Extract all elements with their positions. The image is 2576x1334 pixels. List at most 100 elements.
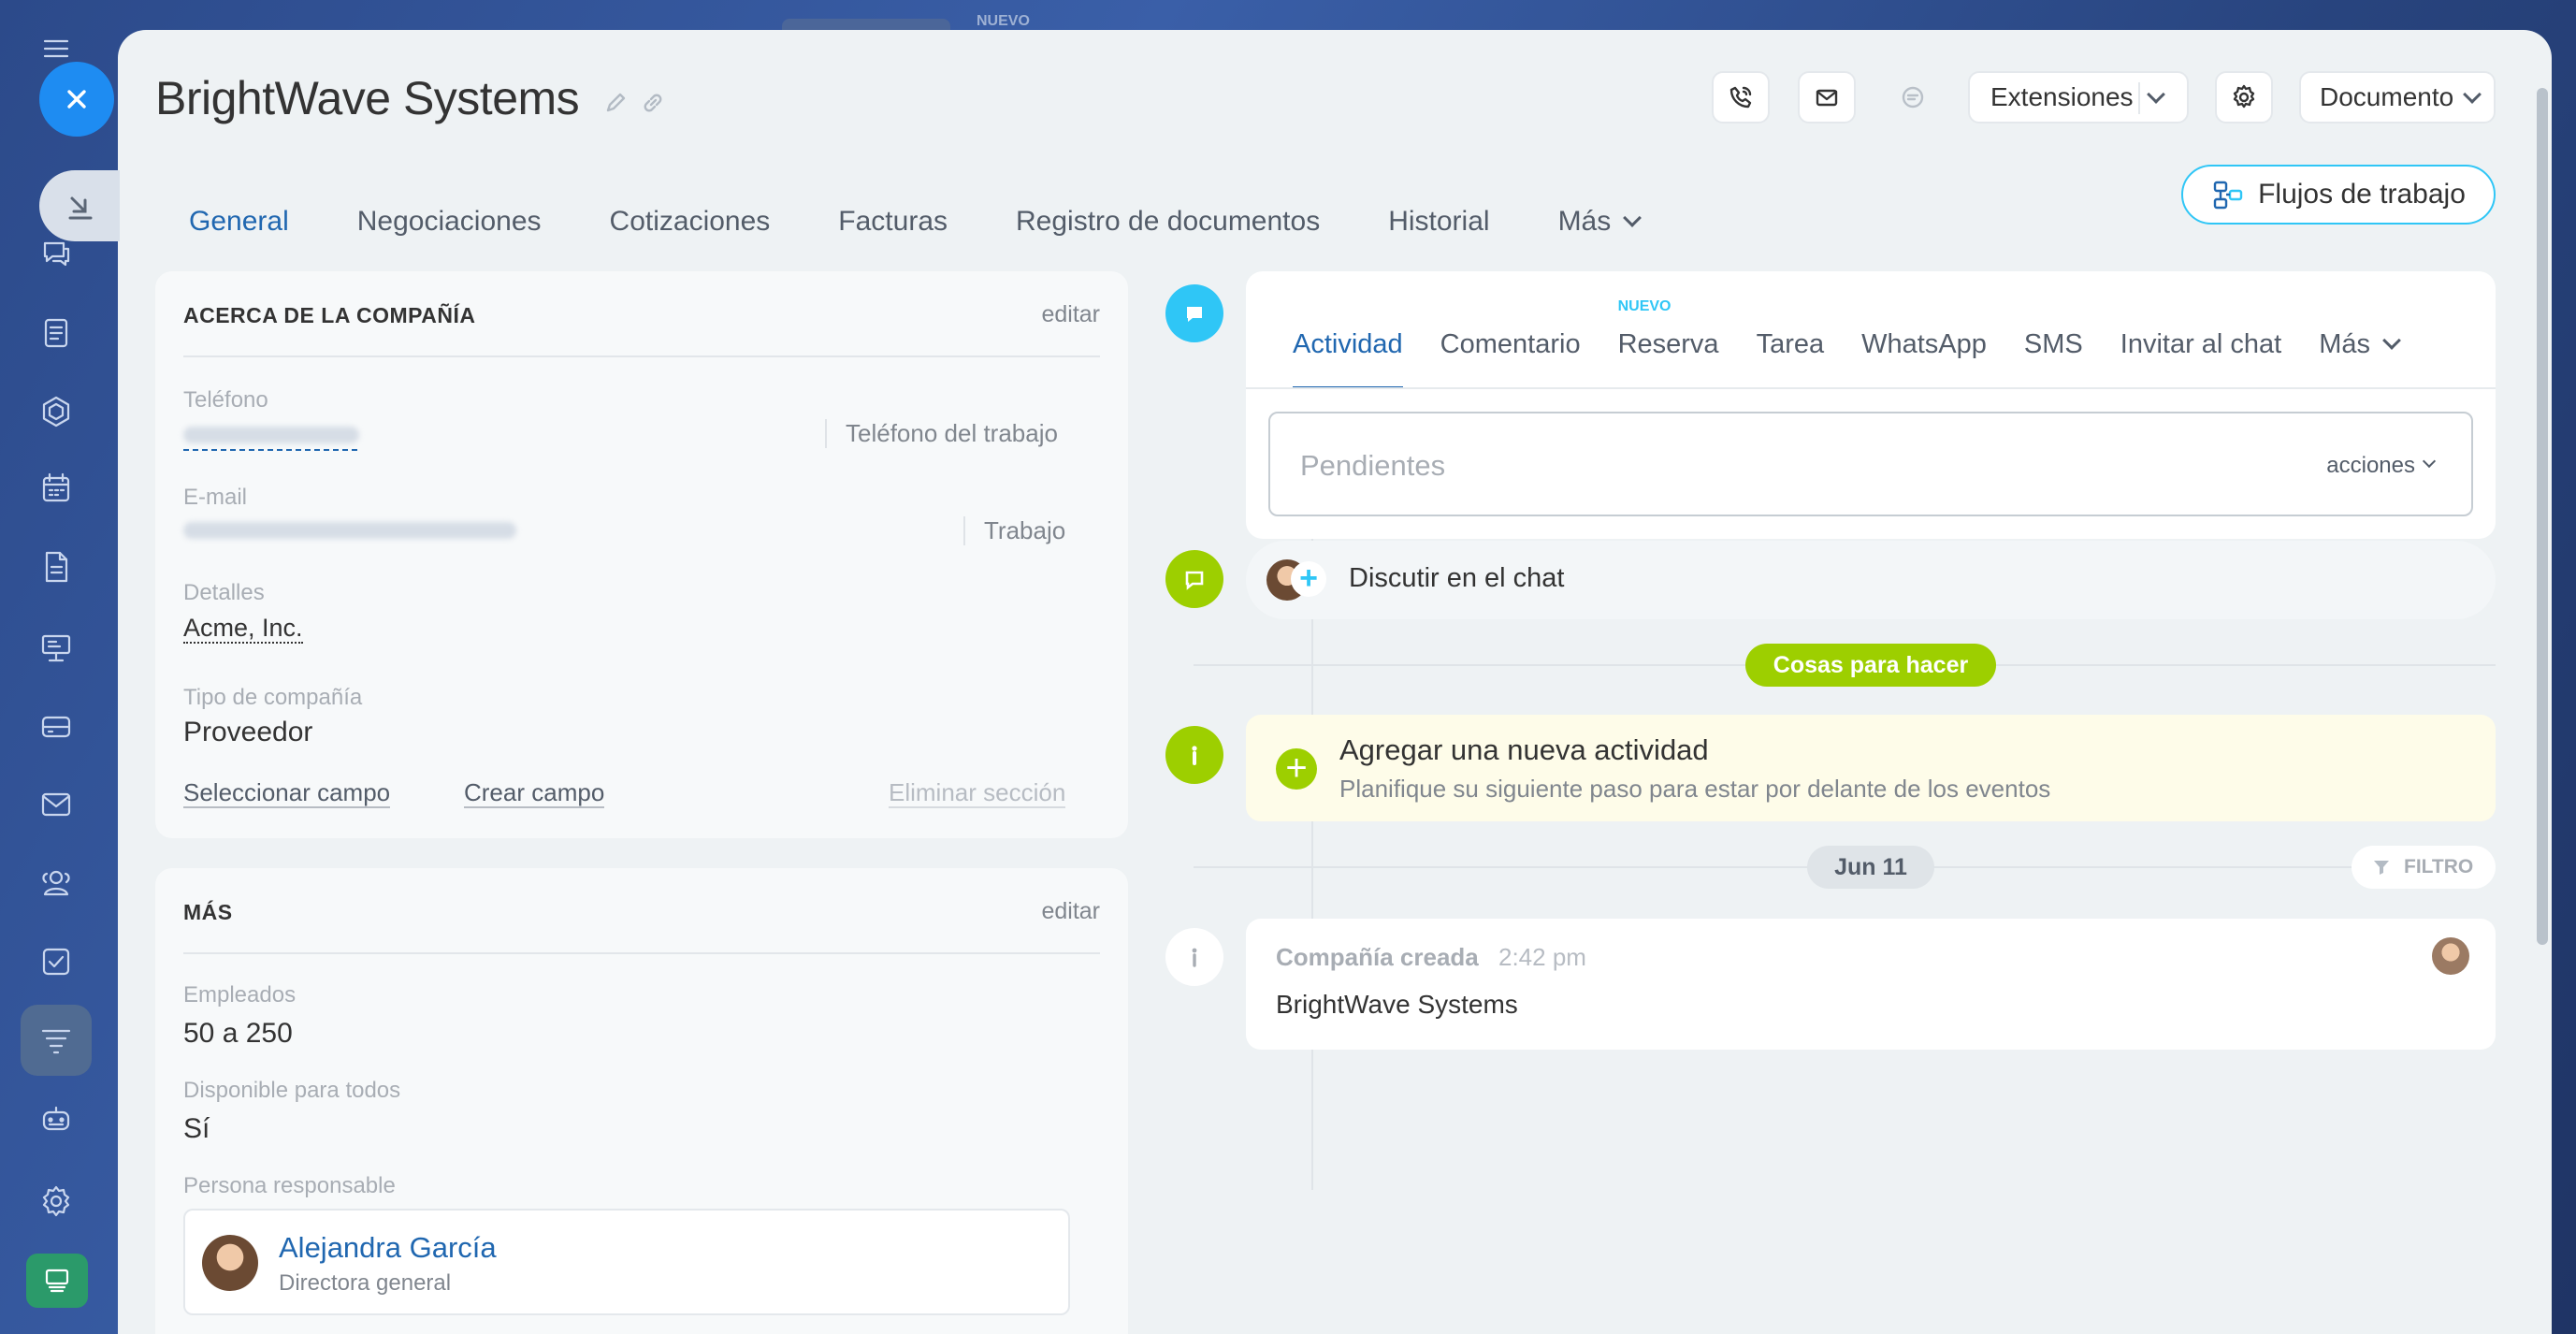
add-activity-card[interactable]: + Agregar una nueva actividad Planifique… xyxy=(1246,715,2496,821)
details-label: Detalles xyxy=(183,580,265,605)
tab-facturas[interactable]: Facturas xyxy=(838,178,948,262)
tab-historial[interactable]: Historial xyxy=(1388,178,1489,262)
phone-value-redacted[interactable] xyxy=(183,427,359,443)
available-label: Disponible para todos xyxy=(183,1078,401,1103)
email-button[interactable] xyxy=(1798,71,1856,123)
avatar xyxy=(202,1235,258,1291)
email-label: E-mail xyxy=(183,485,248,510)
presentation-icon[interactable] xyxy=(21,612,92,683)
funnel-icon[interactable] xyxy=(21,1005,92,1076)
activity-tab-whatsapp[interactable]: WhatsApp xyxy=(1861,329,1987,360)
discuss-chat-row[interactable]: + Discutir en el chat xyxy=(1246,541,2496,619)
close-button[interactable] xyxy=(39,62,114,137)
info-dot-icon xyxy=(1165,726,1223,784)
select-field-label: Seleccionar campo xyxy=(183,778,391,808)
responsible-card[interactable]: Alejandra García Directora general xyxy=(183,1209,1070,1315)
details-link: Acme, Inc. xyxy=(183,614,303,644)
settings-button[interactable] xyxy=(2215,71,2273,123)
email-type: Trabajo xyxy=(963,516,1065,545)
settings-icon[interactable] xyxy=(21,1166,92,1237)
phone-label: Teléfono xyxy=(183,387,268,413)
activity-tab-mas[interactable]: Más xyxy=(2319,329,2401,360)
divider xyxy=(2138,82,2140,114)
select-field-link[interactable]: Seleccionar campo xyxy=(183,778,391,808)
contacts-icon[interactable] xyxy=(21,848,92,919)
about-edit-link[interactable]: editar xyxy=(1041,301,1100,328)
link-icon[interactable] xyxy=(640,90,670,120)
calendar-icon[interactable] xyxy=(21,453,92,524)
company-type-value: Proveedor xyxy=(183,717,313,747)
pending-input[interactable]: Pendientes acciones xyxy=(1268,412,2473,516)
activity-tab-mas-label: Más xyxy=(2319,329,2371,359)
created-body: BrightWave Systems xyxy=(1276,990,1518,1019)
details-value[interactable]: Acme, Inc. xyxy=(183,614,303,644)
inbox-icon[interactable] xyxy=(21,690,92,761)
responsible-name[interactable]: Alejandra García xyxy=(279,1231,497,1265)
document-icon[interactable] xyxy=(21,531,92,602)
create-field-link[interactable]: Crear campo xyxy=(464,778,605,808)
add-icon[interactable]: + xyxy=(1276,748,1317,790)
workflows-label: Flujos de trabajo xyxy=(2258,179,2466,210)
tab-general[interactable]: General xyxy=(189,178,289,279)
background-strip: NUEVO xyxy=(118,0,2550,30)
edit-pencil-icon[interactable] xyxy=(602,90,632,120)
activity-tab-reserva-label: Reserva xyxy=(1617,329,1719,359)
tab-cotizaciones[interactable]: Cotizaciones xyxy=(610,178,771,262)
call-button[interactable] xyxy=(1712,71,1770,123)
actions-dropdown[interactable]: acciones xyxy=(2326,453,2415,479)
extensiones-dropdown[interactable]: Extensiones xyxy=(1968,71,2189,123)
divider xyxy=(183,952,1100,954)
chevron-down-icon xyxy=(2422,454,2437,469)
chat-dot-icon xyxy=(1165,550,1223,608)
workflows-button[interactable]: Flujos de trabajo xyxy=(2181,165,2496,225)
activity-tab-tarea[interactable]: Tarea xyxy=(1757,329,1825,360)
more-card-title: MÁS xyxy=(183,900,233,924)
filter-button[interactable]: FILTRO xyxy=(2352,846,2496,889)
collapse-button[interactable] xyxy=(39,170,120,241)
activity-tabs: Actividad Comentario NUEVO Reserva Tarea … xyxy=(1293,298,2436,389)
email-value-redacted[interactable] xyxy=(183,522,516,539)
robot-icon[interactable] xyxy=(21,1083,92,1154)
tab-mas[interactable]: Más xyxy=(1558,178,1643,262)
documento-dropdown[interactable]: Documento xyxy=(2299,71,2496,123)
activity-editor: Actividad Comentario NUEVO Reserva Tarea … xyxy=(1246,271,2496,539)
scrollbar[interactable] xyxy=(2537,88,2548,945)
about-company-card: ACERCA DE LA COMPAÑÍA editar Teléfono Te… xyxy=(155,271,1128,838)
add-participant-icon[interactable]: + xyxy=(1291,561,1326,597)
company-panel: BrightWave Systems Extensiones Documento… xyxy=(118,30,2552,1334)
more-edit-link[interactable]: editar xyxy=(1041,898,1100,925)
nuevo-badge: NUEVO xyxy=(1617,298,1672,314)
add-activity-subtitle: Planifique su siguiente paso para estar … xyxy=(1339,775,2051,803)
filter-label: FILTRO xyxy=(2404,856,2474,877)
hexagon-icon[interactable] xyxy=(21,376,92,447)
todo-badge: Cosas para hacer xyxy=(1745,644,1996,687)
pending-placeholder: Pendientes xyxy=(1300,449,1446,482)
feed-icon[interactable] xyxy=(21,297,92,369)
tab-negociaciones[interactable]: Negociaciones xyxy=(357,178,542,262)
about-card-title: ACERCA DE LA COMPAÑÍA xyxy=(183,303,476,327)
more-card: MÁS editar Empleados 50 a 250 Disponible… xyxy=(155,868,1128,1334)
activity-tab-reserva[interactable]: NUEVO Reserva xyxy=(1617,298,1719,360)
activity-tab-comentario[interactable]: Comentario xyxy=(1440,329,1581,360)
delete-section-link[interactable]: Eliminar sección xyxy=(889,778,1066,808)
responsible-role: Directora general xyxy=(279,1270,452,1296)
page-title: BrightWave Systems xyxy=(155,72,580,124)
background-badge: NUEVO xyxy=(977,13,1030,29)
company-type-label: Tipo de compañía xyxy=(183,685,363,710)
mail-icon[interactable] xyxy=(21,769,92,840)
activity-tab-invitar[interactable]: Invitar al chat xyxy=(2120,329,2281,360)
tab-registro-documentos[interactable]: Registro de documentos xyxy=(1016,178,1320,262)
chat-button[interactable] xyxy=(1884,71,1942,123)
market-icon[interactable] xyxy=(26,1254,88,1308)
chevron-down-icon xyxy=(2147,85,2165,104)
chevron-down-icon xyxy=(1623,209,1643,227)
create-field-label: Crear campo xyxy=(464,778,605,808)
activity-tab-sms[interactable]: SMS xyxy=(2024,329,2083,360)
tasks-icon[interactable] xyxy=(21,926,92,997)
divider xyxy=(183,355,1100,357)
divider xyxy=(1246,387,2496,389)
activity-tab-actividad[interactable]: Actividad xyxy=(1293,329,1403,389)
phone-underline xyxy=(183,449,357,451)
discuss-chat-label: Discutir en el chat xyxy=(1349,563,1565,593)
background-tab xyxy=(782,19,950,30)
